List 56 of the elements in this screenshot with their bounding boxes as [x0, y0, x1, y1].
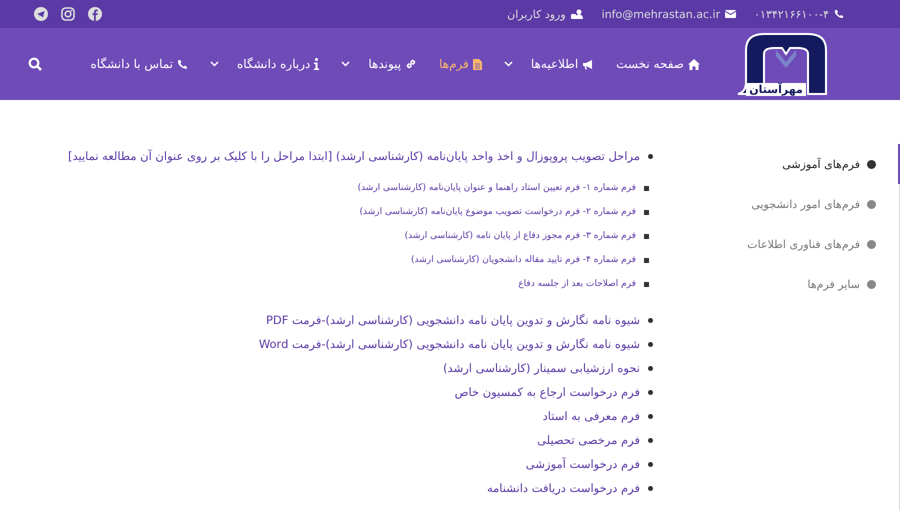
bullet-icon — [648, 462, 653, 466]
bullet-icon — [648, 390, 653, 394]
sidebar-tab[interactable]: فرم‌های فناوری اطلاعات — [703, 224, 900, 264]
telegram-icon[interactable] — [34, 7, 48, 21]
instagram-icon[interactable] — [61, 7, 75, 21]
search-icon[interactable] — [28, 57, 42, 71]
envelope-icon — [725, 10, 736, 18]
info-icon — [314, 58, 320, 70]
nav-link[interactable]: درباره دانشگاه — [210, 57, 320, 71]
bullet-icon — [648, 342, 653, 346]
document-link[interactable]: شیوه نامه نگارش و تدوین پایان نامه دانشجویی (کارشناسی ارشد)-فرمت Word — [258, 336, 640, 352]
login-link[interactable]: ورود کاربران — [507, 8, 566, 20]
phone-icon — [177, 58, 188, 70]
document-link[interactable]: فرم شماره ۲- فرم درخواست تصویب موضوع پایان‌نامه (کارشناسی ارشد) — [359, 207, 636, 217]
nav-link[interactable]: اطلاعیه‌ها — [504, 57, 594, 71]
document-link[interactable]: شیوه نامه نگارش و تدوین پایان نامه دانشجویی (کارشناسی ارشد)-فرمت PDF — [266, 312, 640, 328]
chevron-down-icon — [210, 61, 220, 67]
bullet-icon — [648, 438, 653, 442]
bullet-icon — [648, 154, 653, 158]
bullet-icon — [644, 210, 649, 214]
document-link[interactable]: فرم معرفی به استاد — [542, 408, 640, 424]
nav-link[interactable]: فرم‌ها — [439, 57, 482, 71]
sidebar-tab[interactable]: فرم‌های آموزشی — [703, 144, 900, 184]
chevron-down-icon — [341, 61, 350, 67]
bullet-icon — [644, 258, 649, 262]
document-icon — [472, 58, 482, 70]
phone-number[interactable]: ۰۱۳۴۲۱۶۶۱۰۰-۴ — [754, 8, 829, 20]
bullet-icon — [644, 282, 649, 286]
facebook-icon[interactable] — [88, 7, 102, 21]
home-icon — [688, 58, 700, 70]
bullet-icon — [644, 186, 649, 190]
nav-link[interactable]: صفحه نخست — [616, 57, 700, 71]
document-link[interactable]: فرم شماره ۳- فرم مجوز دفاع از پایان نامه (کارشناسی ارشد) — [404, 231, 636, 241]
document-link[interactable]: نحوه ارزشیابی سمینار (کارشناسی ارشد) — [443, 360, 640, 376]
bullet-icon — [648, 486, 653, 490]
document-link[interactable]: فرم مرخصی تحصیلی — [537, 432, 640, 448]
document-link[interactable]: فرم اصلاحات بعد از جلسه دفاع — [518, 279, 636, 289]
document-link[interactable]: فرم شماره ۱- فرم تعیین استاد راهنما و عنوان پایان‌نامه (کارشناسی ارشد) — [358, 183, 636, 193]
phone-icon — [834, 9, 844, 19]
document-link[interactable]: فرم درخواست آموزشی — [526, 456, 640, 472]
bullet-icon — [648, 414, 653, 418]
chevron-down-icon — [504, 61, 513, 67]
sidebar-tab[interactable]: سایر فرم‌ها — [703, 264, 900, 304]
bullet-icon — [648, 318, 653, 322]
nav-link[interactable]: پیوندها — [341, 57, 418, 71]
email-link[interactable]: info@mehrastan.ac.ir — [602, 8, 720, 20]
document-link[interactable]: فرم درخواست دریافت دانشنامه — [486, 480, 640, 496]
document-link[interactable]: فرم شماره ۴- فرم تایید مقاله دانشجویان (کارشناسی ارشد) — [410, 255, 636, 265]
bullet-icon — [648, 366, 653, 370]
bullhorn-icon — [582, 58, 594, 70]
nav-link[interactable]: تماس با دانشگاه — [90, 57, 188, 71]
document-link[interactable]: مراحل تصویب پروپوزال و اخذ واحد پایان‌نامه (کارشناسی ارشد) [ابتدا مراحل را با کلیک بر روی عنوان آن مطالعه نمایید] — [68, 148, 640, 164]
sidebar-tab[interactable]: فرم‌های امور دانشجویی — [703, 184, 900, 224]
bullet-icon — [644, 234, 649, 238]
link-icon — [405, 58, 418, 70]
document-link[interactable]: فرم درخواست ارجاع به کمسیون خاص — [454, 384, 640, 400]
